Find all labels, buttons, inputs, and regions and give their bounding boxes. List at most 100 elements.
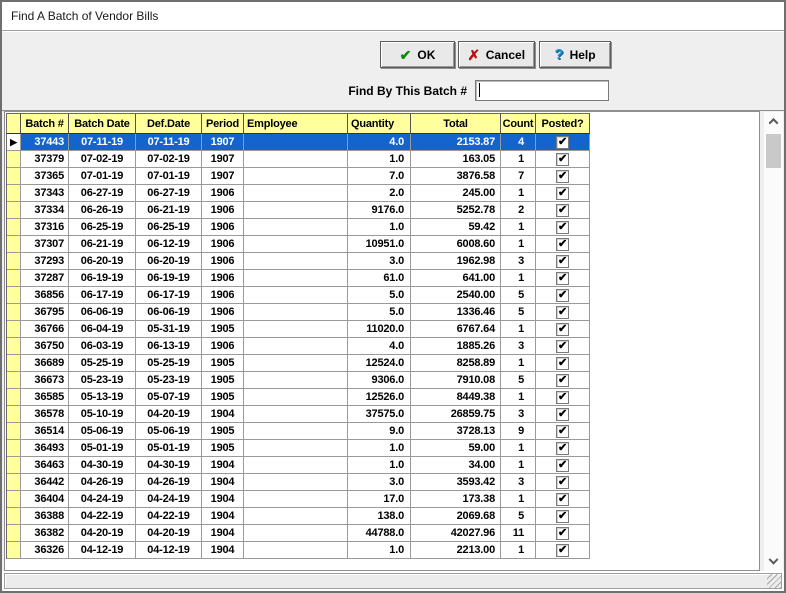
column-header[interactable]: Quantity bbox=[348, 114, 411, 134]
table-row[interactable]: 37287 06-19-19 06-19-19 1906 61.0 641.00 1 ✔ bbox=[7, 270, 590, 287]
cell-posted: ✔ bbox=[536, 134, 590, 151]
table-row[interactable]: 37365 07-01-19 07-01-19 1907 7.0 3876.58 7 ✔ bbox=[7, 168, 590, 185]
ok-button[interactable]: ✔ OK bbox=[380, 41, 455, 68]
table-row[interactable]: ▶ 37443 07-11-19 07-11-19 1907 4.0 2153.87 4 ✔ bbox=[7, 134, 590, 151]
batch-number-input[interactable] bbox=[475, 80, 609, 101]
row-selector-cell bbox=[7, 457, 21, 474]
table-row[interactable]: 36404 04-24-19 04-24-19 1904 17.0 173.38 1 ✔ bbox=[7, 491, 590, 508]
cell-def_date: 05-31-19 bbox=[136, 321, 202, 338]
posted-checkbox[interactable]: ✔ bbox=[556, 169, 569, 183]
posted-checkbox[interactable]: ✔ bbox=[556, 237, 569, 251]
posted-checkbox[interactable]: ✔ bbox=[556, 203, 569, 217]
cell-count: 1 bbox=[501, 355, 536, 372]
posted-checkbox[interactable]: ✔ bbox=[556, 373, 569, 387]
column-header[interactable]: Period bbox=[202, 114, 244, 134]
table-row[interactable]: 36382 04-20-19 04-20-19 1904 44788.0 42027.96… bbox=[7, 525, 590, 542]
table-row[interactable]: 37293 06-20-19 06-20-19 1906 3.0 1962.98 3 ✔ bbox=[7, 253, 590, 270]
vertical-scrollbar[interactable] bbox=[764, 112, 783, 571]
cell-posted: ✔ bbox=[536, 287, 590, 304]
find-input-wrap bbox=[475, 80, 609, 101]
cell-employee bbox=[244, 355, 348, 372]
posted-checkbox[interactable]: ✔ bbox=[556, 543, 569, 557]
table-row[interactable]: 37343 06-27-19 06-27-19 1906 2.0 245.00 1 ✔ bbox=[7, 185, 590, 202]
table-row[interactable]: 36750 06-03-19 06-13-19 1906 4.0 1885.26 3 ✔ bbox=[7, 338, 590, 355]
cell-total: 2213.00 bbox=[411, 542, 501, 559]
cell-batch_date: 04-12-19 bbox=[69, 542, 136, 559]
check-icon: ✔ bbox=[399, 46, 412, 63]
table-row[interactable]: 36442 04-26-19 04-26-19 1904 3.0 3593.42 3 ✔ bbox=[7, 474, 590, 491]
table-row[interactable]: 36326 04-12-19 04-12-19 1904 1.0 2213.00 1 ✔ bbox=[7, 542, 590, 559]
column-header[interactable]: Batch # bbox=[21, 114, 69, 134]
posted-checkbox[interactable]: ✔ bbox=[556, 424, 569, 438]
posted-checkbox[interactable]: ✔ bbox=[556, 339, 569, 353]
cancel-button[interactable]: ✗ Cancel bbox=[458, 41, 535, 68]
cell-count: 1 bbox=[501, 457, 536, 474]
cell-total: 163.05 bbox=[411, 151, 501, 168]
cell-batch_date: 07-01-19 bbox=[69, 168, 136, 185]
posted-checkbox[interactable]: ✔ bbox=[556, 152, 569, 166]
cell-batch: 36673 bbox=[21, 372, 69, 389]
column-header[interactable]: Total bbox=[411, 114, 501, 134]
cell-batch_date: 06-27-19 bbox=[69, 185, 136, 202]
table-row[interactable]: 36585 05-13-19 05-07-19 1905 12526.0 8449.38 1… bbox=[7, 389, 590, 406]
batch-grid-pane: Batch # Batch Date Def.Date Period Employee Q… bbox=[4, 111, 760, 571]
posted-checkbox[interactable]: ✔ bbox=[556, 441, 569, 455]
table-row[interactable]: 36795 06-06-19 06-06-19 1906 5.0 1336.46 5 ✔ bbox=[7, 304, 590, 321]
cell-batch_date: 04-20-19 bbox=[69, 525, 136, 542]
table-row[interactable]: 37307 06-21-19 06-12-19 1906 10951.0 6008.60 1… bbox=[7, 236, 590, 253]
table-row[interactable]: 36766 06-04-19 05-31-19 1905 11020.0 6767.64 1… bbox=[7, 321, 590, 338]
table-row[interactable]: 36856 06-17-19 06-17-19 1906 5.0 2540.00 5 ✔ bbox=[7, 287, 590, 304]
cell-count: 1 bbox=[501, 236, 536, 253]
posted-checkbox[interactable]: ✔ bbox=[556, 220, 569, 234]
cell-batch: 36326 bbox=[21, 542, 69, 559]
scroll-down-button[interactable] bbox=[764, 554, 783, 570]
table-row[interactable]: 37316 06-25-19 06-25-19 1906 1.0 59.42 1 ✔ bbox=[7, 219, 590, 236]
current-row-arrow-icon: ▶ bbox=[10, 136, 17, 147]
cell-def_date: 06-27-19 bbox=[136, 185, 202, 202]
column-header[interactable]: Batch Date bbox=[69, 114, 136, 134]
row-selector-cell bbox=[7, 542, 21, 559]
horizontal-scrollbar[interactable] bbox=[4, 573, 782, 589]
posted-checkbox[interactable]: ✔ bbox=[556, 271, 569, 285]
cell-quantity: 4.0 bbox=[348, 338, 411, 355]
cell-quantity: 9176.0 bbox=[348, 202, 411, 219]
posted-checkbox[interactable]: ✔ bbox=[556, 254, 569, 268]
cell-count: 1 bbox=[501, 440, 536, 457]
cell-def_date: 07-01-19 bbox=[136, 168, 202, 185]
cell-period: 1905 bbox=[202, 389, 244, 406]
posted-checkbox[interactable]: ✔ bbox=[556, 305, 569, 319]
row-selector-cell bbox=[7, 202, 21, 219]
posted-checkbox[interactable]: ✔ bbox=[556, 509, 569, 523]
posted-checkbox[interactable]: ✔ bbox=[556, 135, 569, 149]
table-row[interactable]: 36673 05-23-19 05-23-19 1905 9306.0 7910.08 5 ✔ bbox=[7, 372, 590, 389]
cell-quantity: 3.0 bbox=[348, 253, 411, 270]
column-header[interactable]: Employee bbox=[244, 114, 348, 134]
help-button[interactable]: ? Help bbox=[539, 41, 611, 68]
table-row[interactable]: 36388 04-22-19 04-22-19 1904 138.0 2069.68 5 ✔ bbox=[7, 508, 590, 525]
scrollbar-thumb[interactable] bbox=[766, 134, 781, 168]
table-row[interactable]: 36578 05-10-19 04-20-19 1904 37575.0 26859.75… bbox=[7, 406, 590, 423]
scroll-up-button[interactable] bbox=[764, 113, 783, 129]
table-row[interactable]: 37379 07-02-19 07-02-19 1907 1.0 163.05 1 ✔ bbox=[7, 151, 590, 168]
posted-checkbox[interactable]: ✔ bbox=[556, 322, 569, 336]
posted-checkbox[interactable]: ✔ bbox=[556, 492, 569, 506]
posted-checkbox[interactable]: ✔ bbox=[556, 475, 569, 489]
posted-checkbox[interactable]: ✔ bbox=[556, 526, 569, 540]
resize-grip-icon[interactable] bbox=[767, 574, 781, 588]
column-header[interactable]: Count bbox=[501, 114, 536, 134]
cell-batch: 36382 bbox=[21, 525, 69, 542]
table-row[interactable]: 36689 05-25-19 05-25-19 1905 12524.0 8258.89 1… bbox=[7, 355, 590, 372]
posted-checkbox[interactable]: ✔ bbox=[556, 390, 569, 404]
posted-checkbox[interactable]: ✔ bbox=[556, 186, 569, 200]
table-row[interactable]: 36493 05-01-19 05-01-19 1905 1.0 59.00 1 ✔ bbox=[7, 440, 590, 457]
table-row[interactable]: 37334 06-26-19 06-21-19 1906 9176.0 5252.78 2 ✔ bbox=[7, 202, 590, 219]
cell-total: 42027.96 bbox=[411, 525, 501, 542]
posted-checkbox[interactable]: ✔ bbox=[556, 356, 569, 370]
posted-checkbox[interactable]: ✔ bbox=[556, 407, 569, 421]
table-row[interactable]: 36514 05-06-19 05-06-19 1905 9.0 3728.13 9 ✔ bbox=[7, 423, 590, 440]
column-header[interactable]: Posted? bbox=[536, 114, 590, 134]
posted-checkbox[interactable]: ✔ bbox=[556, 458, 569, 472]
column-header[interactable]: Def.Date bbox=[136, 114, 202, 134]
table-row[interactable]: 36463 04-30-19 04-30-19 1904 1.0 34.00 1 ✔ bbox=[7, 457, 590, 474]
posted-checkbox[interactable]: ✔ bbox=[556, 288, 569, 302]
